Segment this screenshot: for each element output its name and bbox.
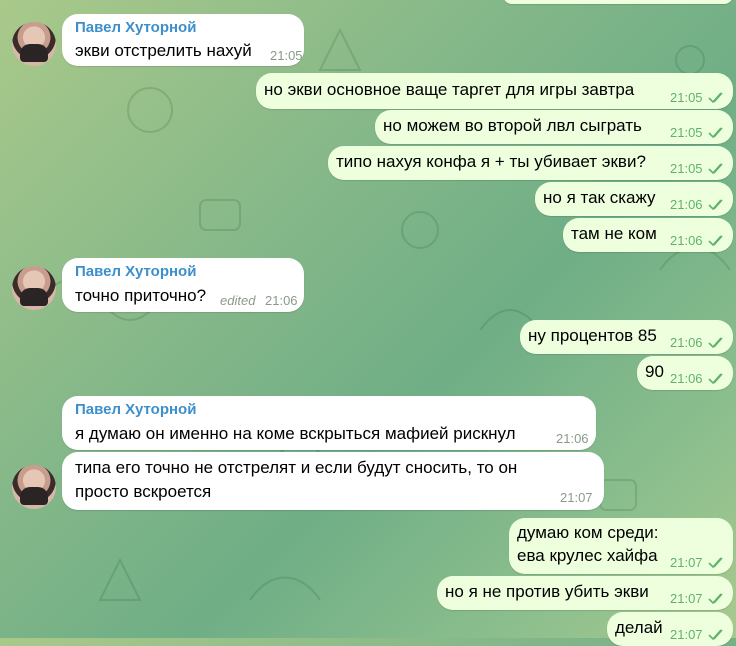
message-text: я думаю он именно на коме вскрыться мафи… <box>75 424 516 443</box>
message-time: 21:06 <box>556 431 589 446</box>
message-time: 21:07 <box>670 591 703 606</box>
message-text-line-1: думаю ком среди: <box>517 523 659 542</box>
read-checkmarks-icon <box>708 557 723 569</box>
read-checkmarks-icon <box>708 163 723 175</box>
message-text-line-2: просто вскроется <box>75 482 212 501</box>
message-text: типо нахуя конфа я + ты убивает экви? <box>336 152 646 171</box>
read-checkmarks-icon <box>708 92 723 104</box>
read-checkmarks-icon <box>708 629 723 641</box>
outgoing-message[interactable]: но можем во второй лвл сыграть 21:05 <box>375 110 733 144</box>
message-time: 21:07 <box>670 555 703 570</box>
read-checkmarks-icon <box>708 373 723 385</box>
read-checkmarks-icon <box>708 593 723 605</box>
avatar[interactable] <box>12 22 56 66</box>
read-checkmarks-icon <box>708 337 723 349</box>
message-time: 21:06 <box>265 293 298 308</box>
outgoing-message[interactable]: там не ком 21:06 <box>563 218 733 252</box>
incoming-message[interactable]: типа его точно не отстрелят и если будут… <box>62 452 604 510</box>
message-time: 21:06 <box>670 371 703 386</box>
read-checkmarks-icon <box>708 127 723 139</box>
outgoing-message[interactable]: делай 21:07 <box>607 612 733 646</box>
message-time: 21:07 <box>560 490 593 505</box>
message-text: но экви основное ваще таргет для игры за… <box>264 80 635 99</box>
message-time: 21:05 <box>270 48 303 63</box>
message-text-line-1: типа его точно не отстрелят и если будут… <box>75 458 518 477</box>
outgoing-message[interactable]: но экви основное ваще таргет для игры за… <box>256 73 733 109</box>
outgoing-message-partial[interactable] <box>503 0 733 4</box>
message-text: 90 <box>645 362 664 381</box>
read-checkmarks-icon <box>708 199 723 211</box>
message-text: но я не против убить экви <box>445 582 649 601</box>
message-text: но можем во второй лвл сыграть <box>383 116 642 135</box>
message-time: 21:07 <box>670 627 703 642</box>
edited-label: edited <box>220 293 256 308</box>
incoming-message[interactable]: Павел Хуторной я думаю он именно на коме… <box>62 396 596 450</box>
sender-name[interactable]: Павел Хуторной <box>75 401 196 418</box>
message-text: но я так скажу <box>543 188 656 207</box>
outgoing-message[interactable]: 90 21:06 <box>637 356 733 390</box>
message-text-line-2: ева крулес хайфа <box>517 546 658 565</box>
outgoing-message[interactable]: думаю ком среди: ева крулес хайфа 21:07 <box>509 518 733 574</box>
message-time: 21:06 <box>670 233 703 248</box>
message-time: 21:05 <box>670 90 703 105</box>
outgoing-message[interactable]: но я так скажу 21:06 <box>535 182 733 216</box>
incoming-message[interactable]: Павел Хуторной экви отстрелить нахуй 21:… <box>62 14 304 66</box>
outgoing-message[interactable]: типо нахуя конфа я + ты убивает экви? 21… <box>328 146 733 180</box>
message-text: точно приточно? <box>75 286 207 305</box>
sender-name[interactable]: Павел Хуторной <box>75 263 196 280</box>
sender-name[interactable]: Павел Хуторной <box>75 19 196 36</box>
read-checkmarks-icon <box>708 235 723 247</box>
outgoing-message[interactable]: но я не против убить экви 21:07 <box>437 576 733 610</box>
message-time: 21:06 <box>670 197 703 212</box>
message-text: делай <box>615 618 663 637</box>
avatar[interactable] <box>12 465 56 509</box>
message-time: 21:06 <box>670 335 703 350</box>
avatar[interactable] <box>12 266 56 310</box>
incoming-message[interactable]: Павел Хуторной точно приточно? edited 21… <box>62 258 304 312</box>
outgoing-message[interactable]: ну процентов 85 21:06 <box>520 320 733 354</box>
message-time: 21:05 <box>670 125 703 140</box>
message-time: 21:05 <box>670 161 703 176</box>
message-text: экви отстрелить нахуй <box>75 41 252 60</box>
message-text: там не ком <box>571 224 657 243</box>
message-text: ну процентов 85 <box>528 326 657 345</box>
